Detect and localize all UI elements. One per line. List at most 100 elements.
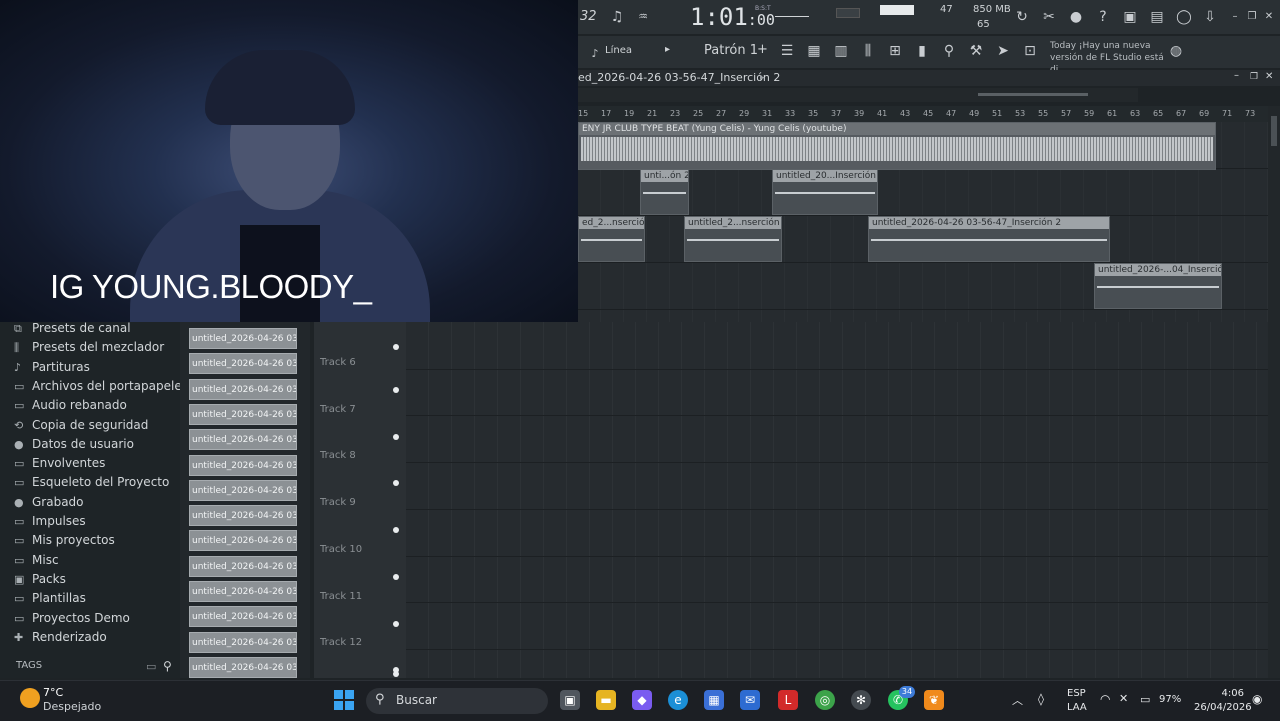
add-pattern-icon[interactable]: + (757, 42, 768, 57)
weather-icon[interactable] (20, 688, 40, 708)
plugin-icon[interactable]: ⚲ (940, 42, 958, 60)
playlist-grid[interactable] (406, 322, 1268, 678)
channel-button[interactable]: untitled_2026-04-26 03-… (189, 606, 297, 628)
wave-mode-icon[interactable]: ♒ (634, 8, 652, 26)
channel-button[interactable]: untitled_2026-04-26 03-… (189, 479, 297, 501)
file-explorer-icon[interactable]: ▬ (596, 690, 616, 710)
track-lane[interactable]: ed_2...nserción 2 untitled_2...nserción … (578, 216, 1268, 263)
tools-icon[interactable]: ⚒ (967, 42, 985, 60)
chat-icon[interactable]: ◯ (1175, 8, 1193, 26)
download-icon[interactable]: ⇩ (1201, 8, 1219, 26)
browser-item[interactable]: ⟲ Copia de seguridad (14, 418, 148, 432)
track-name[interactable]: Track 7 (320, 404, 356, 415)
browser-item[interactable]: ● Grabado (14, 495, 84, 509)
project-icon[interactable]: ▮ (913, 42, 931, 60)
globe-icon[interactable]: ◍ (1167, 42, 1185, 60)
cut-icon[interactable]: ✂ (1040, 8, 1058, 26)
browser-item[interactable]: ♪ Partituras (14, 360, 90, 374)
weather-condition[interactable]: Despejado (43, 700, 101, 713)
browser-item[interactable]: ▭ Audio rebanado (14, 398, 127, 412)
l-app-icon[interactable]: L (778, 690, 798, 710)
copilot-icon[interactable]: ◆ (632, 690, 652, 710)
track-mute-led[interactable] (393, 671, 399, 677)
undo-history-icon[interactable]: ↻ (1013, 8, 1031, 26)
snap-icon[interactable]: ♪ (586, 45, 604, 63)
playlist-hscroll[interactable] (578, 88, 1138, 102)
audio-clip[interactable]: untitled_20...Inserción 2 (772, 169, 878, 215)
browser-item[interactable]: ▭ Archivos del portapapeles (14, 379, 188, 393)
channel-button[interactable]: untitled_2026-04-26 03-… (189, 555, 297, 577)
track-mute-led[interactable] (393, 433, 399, 440)
pattern-select[interactable]: Patrón 1 (704, 43, 758, 58)
playlist-minimize-icon[interactable]: – (1234, 70, 1239, 81)
taskbar-search[interactable]: ⚲ Buscar (366, 688, 548, 714)
track-name[interactable]: Track 10 (320, 544, 362, 555)
playlist-close-icon[interactable]: ✕ (1265, 71, 1273, 82)
track-lane[interactable]: untitled_2026-...04_Inserción 2 (578, 263, 1268, 310)
channel-button[interactable]: untitled_2026-04-26 03-… (189, 353, 297, 375)
store-icon[interactable]: ▦ (704, 690, 724, 710)
audio-clip[interactable]: untitled_2026-04-26 03-56-47_Inserción 2 (868, 216, 1110, 262)
battery-icon[interactable]: ▭ (1140, 693, 1150, 706)
browser-item[interactable]: ⧉ Presets de canal (14, 321, 131, 336)
tempo-display[interactable]: 32 (580, 9, 597, 24)
timeline-ruler[interactable]: 15 17 19 21 23 25 27 29 31 33 35 37 39 41 43 45 47 49 51 53… (578, 106, 1268, 122)
windows-start-icon[interactable] (334, 690, 354, 710)
wifi-icon[interactable]: ◠ (1100, 692, 1110, 706)
chrome-icon[interactable]: ◎ (815, 690, 835, 710)
channel-button[interactable]: untitled_2026-04-26 03-… (189, 581, 297, 602)
track-mute-led[interactable] (393, 344, 399, 350)
channel-button[interactable]: untitled_2026-04-26 03-… (189, 530, 297, 552)
browser-item[interactable]: ⫼ Presets del mezclador (14, 340, 164, 355)
help-icon[interactable]: ? (1094, 8, 1112, 26)
track-lane[interactable]: unti...ón 2 untitled_20...Inserción 2 (578, 169, 1268, 216)
channel-button[interactable]: untitled_2026-04-26 03-… (189, 656, 297, 678)
channel-button[interactable]: untitled_2026-04-26 03-… (189, 631, 297, 653)
search-icon[interactable]: ⚲ (163, 659, 172, 673)
cart-icon[interactable]: ⊡ (1021, 42, 1039, 60)
playlist-maximize-icon[interactable]: ❐ (1250, 72, 1258, 82)
browser-item[interactable]: ▣ Packs (14, 572, 66, 586)
track-name[interactable]: Track 6 (320, 357, 356, 368)
audio-clip[interactable]: untitled_2026-...04_Inserción 2 (1094, 263, 1222, 309)
save-icon[interactable]: ▣ (1121, 8, 1139, 26)
track-mute-led[interactable] (393, 573, 399, 580)
channel-button[interactable]: untitled_2026-04-26 03-… (189, 403, 297, 425)
play-arrow-icon[interactable]: ▸ (665, 44, 670, 55)
close-icon[interactable]: ✕ (1260, 8, 1278, 26)
browser-item[interactable]: ● Datos de usuario (14, 437, 134, 451)
clock-time[interactable]: 4:06 (1220, 688, 1244, 699)
channel-rack-icon[interactable]: ▥ (832, 42, 850, 60)
browser-item[interactable]: ▭ Esqueleto del Proyecto (14, 475, 169, 489)
mic-tray-icon[interactable]: ◊ (1038, 692, 1044, 706)
mail-icon[interactable]: ✉ (740, 690, 760, 710)
clock-date[interactable]: 26/04/2026 (1194, 702, 1252, 713)
vscroll-thumb[interactable] (1271, 116, 1277, 146)
track-name[interactable]: Track 11 (320, 591, 362, 602)
track-name[interactable]: Track 9 (320, 497, 356, 508)
language-indicator[interactable]: ESP (1067, 688, 1086, 699)
browser-item[interactable]: ▭ Mis proyectos (14, 533, 115, 547)
track-name[interactable]: Track 12 (320, 637, 362, 648)
audio-clip[interactable]: unti...ón 2 (640, 169, 689, 215)
title-arrow-icon[interactable]: ▸ (760, 73, 765, 83)
mixer-icon[interactable]: ⫼ (859, 42, 877, 60)
track-mute-led[interactable] (393, 620, 399, 627)
share-icon[interactable]: ➤ (994, 42, 1012, 60)
channel-button[interactable]: untitled_2026-04-26 03-… (189, 454, 297, 476)
channel-button[interactable]: untitled_2026-04-26 03-… (189, 328, 297, 349)
track-mute-led[interactable] (393, 387, 399, 393)
battery-level[interactable]: 97% (1159, 694, 1181, 705)
edge-icon[interactable]: e (668, 690, 688, 710)
browser-item[interactable]: ▭ Impulses (14, 514, 86, 528)
minimize-icon[interactable]: – (1226, 8, 1244, 26)
fl-studio-icon[interactable]: ❦ (924, 690, 944, 710)
master-pitch-slider[interactable] (775, 16, 809, 17)
browser-icon[interactable]: ⊞ (886, 42, 904, 60)
chatgpt-icon[interactable]: ✻ (851, 690, 871, 710)
hscroll-thumb[interactable] (978, 93, 1088, 96)
task-view-icon[interactable]: ▣ (560, 690, 580, 710)
mic-icon[interactable]: ● (1067, 8, 1085, 26)
volume-muted-icon[interactable]: ✕ (1119, 692, 1128, 705)
browser-item[interactable]: ✚ Renderizado (14, 630, 107, 644)
